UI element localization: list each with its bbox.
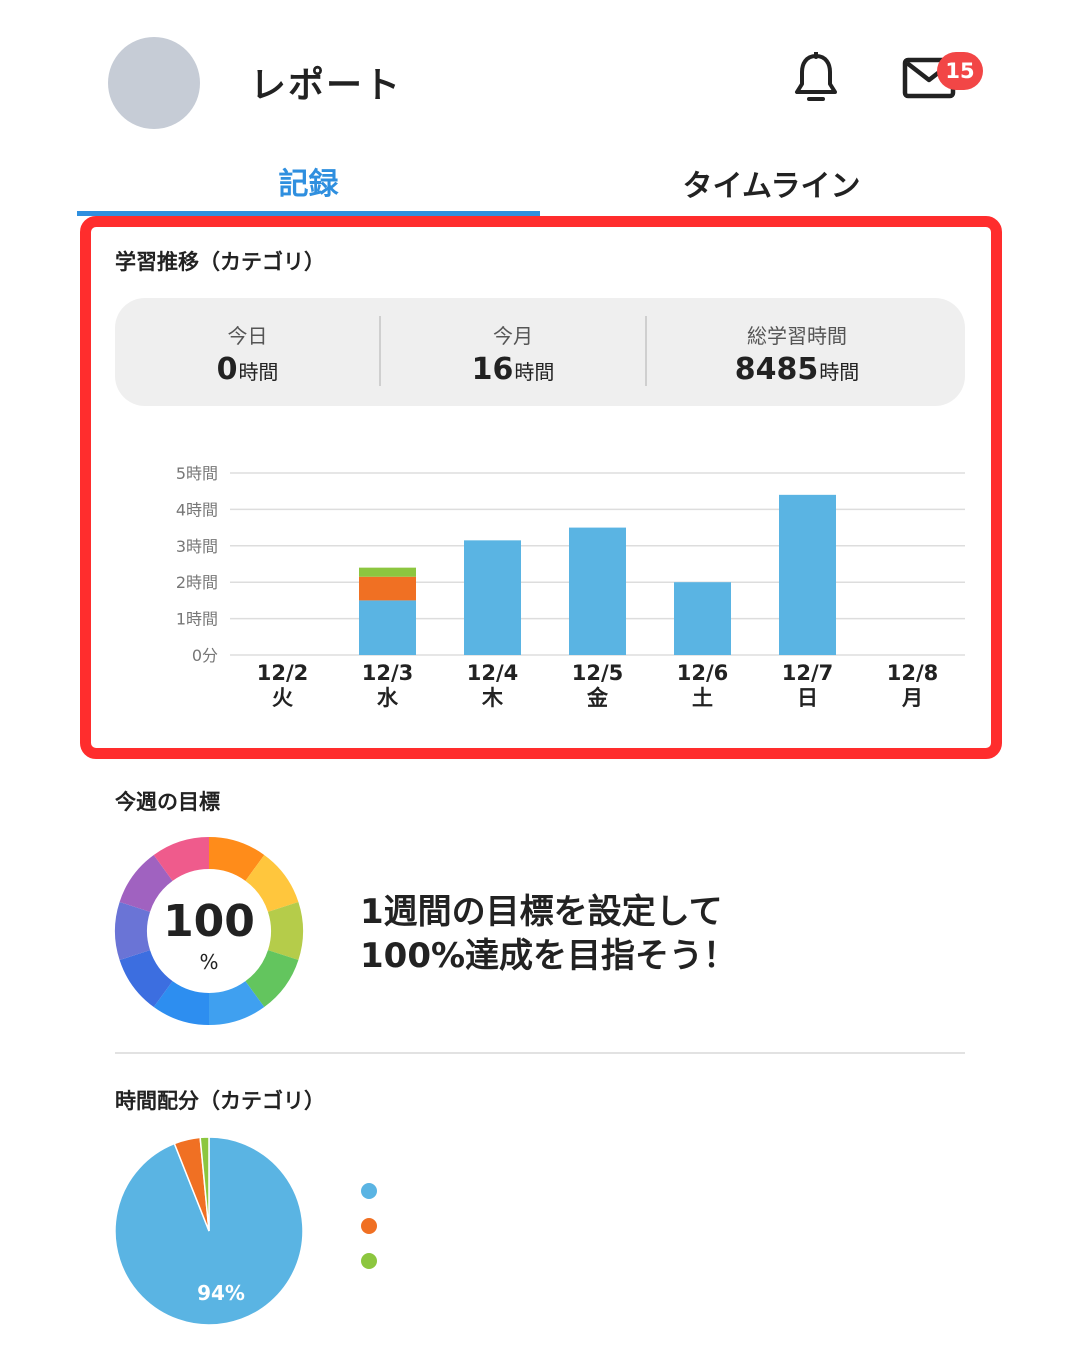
goal-percent-unit: % [199,950,219,974]
x-weekday-label: 木 [481,686,504,710]
stats-summary: 今日 0時間 今月 16時間 総学習時間 8485時間 [115,298,965,406]
y-tick-label: 1時間 [176,610,218,629]
tab-record[interactable]: 記録 [77,150,540,216]
notification-badge: 15 [937,52,983,90]
bar-segment [674,582,731,655]
stat-label: 今月 [493,324,533,348]
legend-dot [361,1253,377,1269]
stat-value: 16時間 [471,352,555,387]
y-tick-label: 5時間 [176,464,218,483]
section-divider [115,1052,965,1054]
stat-value: 0時間 [216,352,279,387]
y-tick-label: 2時間 [176,573,218,592]
bar-segment [359,567,416,577]
legend-dot [361,1218,377,1234]
avatar[interactable] [108,37,200,129]
x-weekday-label: 月 [901,686,923,710]
x-tick-label: 12/5 [572,661,624,685]
goal-percent: 100 [163,896,255,947]
stat-total: 総学習時間 8485時間 [647,298,947,406]
x-tick-label: 12/3 [362,661,414,685]
time-distribution-title: 時間配分（カテゴリ） [115,1089,325,1113]
goal-message-line: 1週間の目標を設定して [360,892,723,932]
x-tick-label: 12/2 [257,661,309,685]
pie-slice-label: 94% [197,1281,245,1305]
bar-segment [359,600,416,655]
stat-value: 8485時間 [734,352,860,387]
x-tick-label: 12/6 [677,661,729,685]
page-title: レポート [250,65,403,106]
x-tick-label: 12/7 [782,661,834,685]
weekly-goal-title: 今週の目標 [115,790,220,814]
y-tick-label: 3時間 [176,537,218,556]
legend-dot [361,1183,377,1199]
x-weekday-label: 金 [586,686,609,710]
x-weekday-label: 土 [692,686,713,710]
x-tick-label: 12/8 [887,661,939,685]
y-tick-label: 4時間 [176,500,218,519]
learning-trend-title: 学習推移（カテゴリ） [115,250,325,274]
tab-bar: 記録 タイムライン [77,150,1003,216]
time-distribution-pie: 94% [114,1136,304,1326]
stat-label: 総学習時間 [747,324,847,348]
bar-segment [569,527,626,655]
bar-segment [359,576,416,601]
bar-segment [779,494,836,655]
x-weekday-label: 火 [272,686,293,710]
stat-label: 今日 [227,324,268,348]
stat-month: 今月 16時間 [381,298,645,406]
goal-message-line: 100%達成を目指そう！ [360,936,738,976]
app-header: レポート 15 [0,0,1080,150]
bar-segment [464,540,521,655]
y-tick-label: 0分 [192,646,218,665]
x-weekday-label: 日 [797,686,818,710]
bell-icon[interactable] [792,52,840,104]
x-weekday-label: 水 [377,686,399,710]
learning-bar-chart: 0分 1時間 2時間 3時間 4時間 5時間 12/2火 12/3水 12/4木 12/5金 12/… [176,464,965,710]
x-tick-label: 12/4 [467,661,519,685]
tab-timeline[interactable]: タイムライン [540,150,1003,216]
stat-today: 今日 0時間 [115,298,380,406]
goal-message: 1週間の目標を設定して 100%達成を目指そう！ [360,890,737,978]
